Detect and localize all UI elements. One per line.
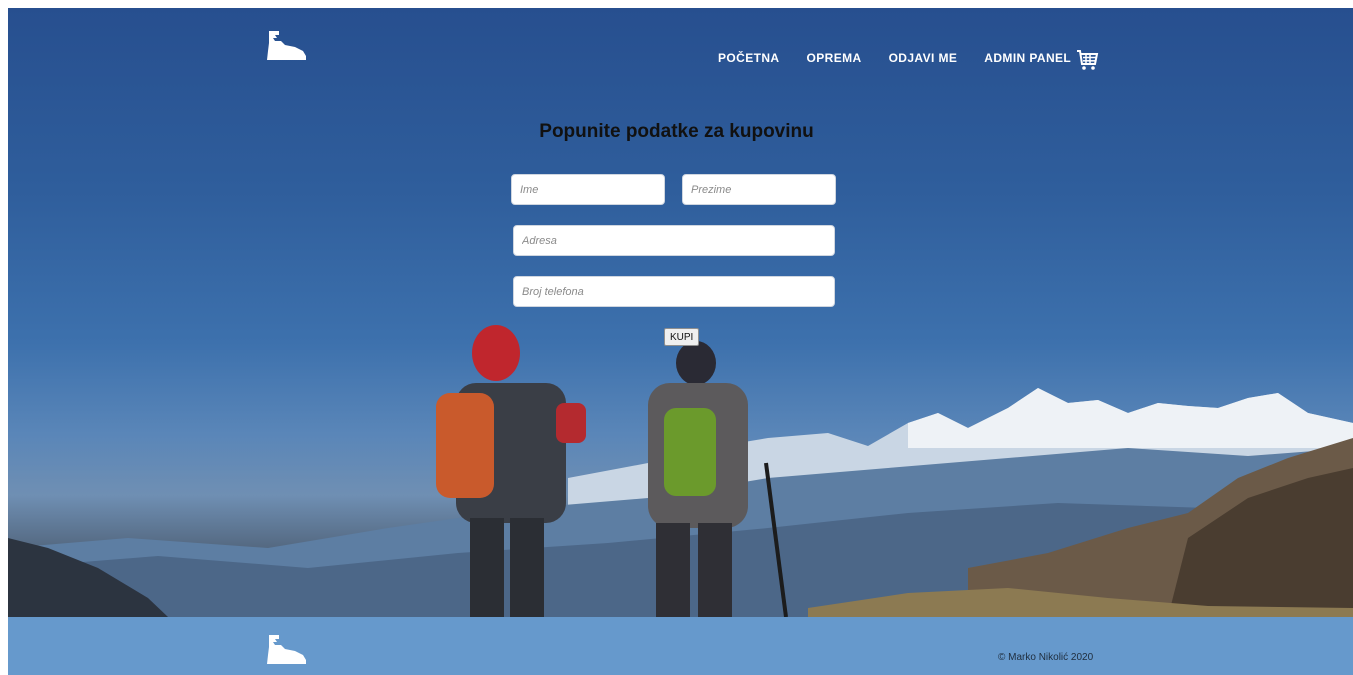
- hiking-boot-icon[interactable]: [265, 29, 307, 61]
- nav-item-admin-panel[interactable]: ADMIN PANEL: [984, 51, 1071, 65]
- page: POČETNA OPREMA ODJAVI ME ADMIN PANEL Pop…: [0, 0, 1353, 675]
- shopping-cart-icon[interactable]: [1075, 48, 1099, 72]
- copyright-text: © Marko Nikolić 2020: [998, 652, 1094, 663]
- main-nav: POČETNA OPREMA ODJAVI ME ADMIN PANEL: [718, 51, 1098, 65]
- nav-item-pocetna[interactable]: POČETNA: [718, 51, 779, 65]
- nav-item-odjavi-me[interactable]: ODJAVI ME: [889, 51, 958, 65]
- nav-item-oprema[interactable]: OPREMA: [806, 51, 861, 65]
- first-name-field[interactable]: [511, 174, 665, 205]
- hero-background: [8, 8, 1353, 617]
- form-title: Popunite podatke za kupovinu: [539, 121, 814, 142]
- hiking-boot-icon[interactable]: [265, 633, 307, 665]
- mountain-scene-image: [8, 325, 1353, 617]
- phone-field[interactable]: [513, 276, 835, 307]
- buy-button[interactable]: KUPI: [664, 328, 700, 346]
- last-name-field[interactable]: [682, 174, 836, 205]
- address-field[interactable]: [513, 225, 835, 256]
- footer: [8, 617, 1353, 675]
